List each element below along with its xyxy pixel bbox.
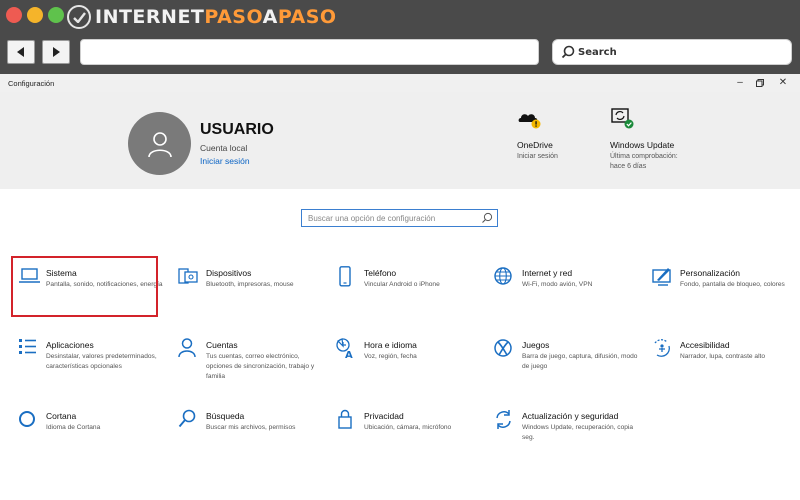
category-title: Búsqueda: [206, 411, 245, 421]
category-description: Desinstalar, valores predeterminados, ca…: [46, 353, 157, 370]
category-description: Ubicación, cámara, micrófono: [364, 424, 452, 431]
category-title: Internet y red: [522, 268, 573, 278]
browser-chrome: INTERNETPASOAPASO Search: [0, 0, 800, 74]
windows-update-title: Windows Update: [610, 140, 675, 150]
brand-name: INTERNETPASOAPASO: [95, 6, 337, 28]
browser-search-bar[interactable]: Search: [552, 39, 792, 65]
back-button[interactable]: [7, 40, 35, 64]
category-description: Vincular Android o iPhone: [364, 281, 440, 288]
accessibility-icon: [654, 339, 670, 357]
settings-title-bar: Configuración – ✕: [0, 74, 800, 92]
apps-list-icon: [19, 339, 36, 354]
restore-icon[interactable]: [750, 76, 770, 92]
category-description: Idioma de Cortana: [46, 424, 101, 431]
category-description: Wi-Fi, modo avión, VPN: [522, 281, 593, 288]
category-title: Cuentas: [206, 340, 238, 350]
windows-update-status: Última comprobación: hace 6 días: [610, 153, 678, 170]
sign-in-link[interactable]: Iniciar sesión: [200, 156, 250, 166]
windows-update-icon: [611, 108, 634, 129]
category-description: Voz, región, fecha: [364, 353, 417, 360]
category-description: Bluetooth, impresoras, mouse: [206, 281, 294, 288]
category-title: Juegos: [522, 340, 550, 350]
back-arrow-icon: [17, 47, 24, 57]
onedrive-status: Iniciar sesión: [517, 153, 558, 160]
account-type: Cuenta local: [200, 143, 248, 153]
browser-search-label: Search: [578, 46, 617, 58]
category-title: Accesibilidad: [680, 340, 730, 350]
svg-text:A: A: [345, 350, 353, 360]
category-title: Aplicaciones: [46, 340, 94, 350]
category-hora-e-idioma[interactable]: A Hora e idioma Voz, región, fecha: [336, 338, 486, 388]
url-bar[interactable]: [80, 39, 539, 65]
category-actualizacion-y-seguridad[interactable]: Actualización y seguridad Windows Update…: [494, 409, 644, 449]
category-title: Personalización: [680, 268, 741, 278]
window-title: Configuración: [8, 79, 55, 88]
category-description: Narrador, lupa, contraste alto: [680, 353, 766, 360]
category-title: Teléfono: [364, 268, 397, 278]
category-telefono[interactable]: Teléfono Vincular Android o iPhone: [336, 266, 486, 316]
sync-icon: [496, 410, 511, 429]
avatar: [128, 112, 191, 175]
category-description: Windows Update, recuperación, copia seg.: [522, 424, 634, 441]
category-accesibilidad[interactable]: Accesibilidad Narrador, lupa, contraste …: [652, 338, 800, 388]
lock-icon: [338, 409, 352, 429]
person-icon: [178, 338, 196, 358]
brand-logo-icon: [67, 5, 91, 29]
windows-update-item[interactable]: Windows Update Última comprobación: hace…: [610, 108, 680, 171]
category-busqueda[interactable]: Búsqueda Buscar mis archivos, permisos: [178, 409, 328, 449]
category-personalizacion[interactable]: Personalización Fondo, pantalla de bloqu…: [652, 266, 800, 316]
category-description: Barra de juego, captura, difusión, modo …: [522, 353, 638, 370]
settings-search-placeholder: Buscar una opción de configuración: [308, 213, 436, 223]
category-title: Privacidad: [364, 411, 404, 421]
user-silhouette-icon: [147, 131, 172, 157]
search-icon: [178, 409, 196, 428]
globe-icon: [494, 267, 512, 285]
account-header: [0, 92, 800, 189]
settings-search-input[interactable]: Buscar una opción de configuración: [301, 209, 498, 227]
close-window-button[interactable]: [6, 7, 22, 23]
paint-icon: [652, 268, 671, 286]
close-icon[interactable]: ✕: [773, 76, 793, 90]
maximize-window-button[interactable]: [48, 7, 64, 23]
devices-icon: [178, 268, 198, 284]
minimize-icon[interactable]: –: [730, 76, 750, 90]
search-icon: [482, 212, 493, 223]
cortana-icon: [19, 411, 35, 427]
category-description: Buscar mis archivos, permisos: [206, 424, 296, 431]
xbox-icon: [494, 339, 512, 357]
category-aplicaciones[interactable]: Aplicaciones Desinstalar, valores predet…: [18, 338, 168, 388]
category-title: Dispositivos: [206, 268, 252, 278]
minimize-window-button[interactable]: [27, 7, 43, 23]
onedrive-title: OneDrive: [517, 140, 553, 150]
account-name: USUARIO: [200, 121, 274, 138]
category-privacidad[interactable]: Privacidad Ubicación, cámara, micrófono: [336, 409, 486, 449]
time-language-icon: A: [336, 338, 353, 360]
onedrive-cloud-icon: [518, 114, 541, 129]
search-icon: [561, 45, 575, 59]
highlight-box: [11, 256, 158, 317]
category-title: Hora e idioma: [364, 340, 417, 350]
category-title: Actualización y seguridad: [522, 411, 619, 421]
onedrive-item[interactable]: OneDrive Iniciar sesión: [517, 108, 558, 162]
category-internet-y-red[interactable]: Internet y red Wi-Fi, modo avión, VPN: [494, 266, 644, 316]
brand-logo: INTERNETPASOAPASO: [67, 4, 337, 30]
category-title: Cortana: [46, 411, 77, 421]
category-description: Fondo, pantalla de bloqueo, colores: [680, 281, 785, 288]
category-cuentas[interactable]: Cuentas Tus cuentas, correo electrónico,…: [178, 338, 328, 388]
forward-button[interactable]: [42, 40, 70, 64]
category-dispositivos[interactable]: Dispositivos Bluetooth, impresoras, mous…: [178, 266, 328, 316]
forward-arrow-icon: [53, 47, 60, 57]
category-cortana[interactable]: Cortana Idioma de Cortana: [18, 409, 168, 449]
phone-icon: [339, 266, 351, 287]
category-description: Tus cuentas, correo electrónico, opcione…: [206, 353, 315, 380]
category-juegos[interactable]: Juegos Barra de juego, captura, difusión…: [494, 338, 644, 388]
